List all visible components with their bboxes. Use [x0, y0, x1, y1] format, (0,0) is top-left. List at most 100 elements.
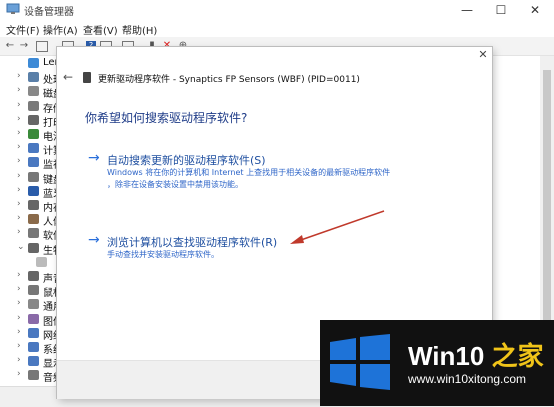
expand-chevron-icon[interactable]: ›: [17, 100, 21, 110]
expand-chevron-icon[interactable]: ›: [17, 128, 21, 138]
expand-chevron-icon[interactable]: ›: [17, 313, 21, 323]
option-browse-desc: 手动查找并安装驱动程序软件。: [107, 250, 219, 259]
expand-chevron-icon[interactable]: ›: [17, 156, 21, 166]
expand-chevron-icon[interactable]: ›: [17, 284, 21, 294]
tree-item[interactable]: Ler: [0, 56, 60, 71]
option-arrow-icon: →: [88, 232, 100, 248]
tree-item[interactable]: ›监视: [0, 155, 60, 171]
expand-chevron-icon[interactable]: ›: [17, 227, 21, 237]
device-category-icon: [28, 299, 39, 310]
option-auto-search[interactable]: →: [88, 150, 100, 166]
tree-item[interactable]: ›显示: [0, 354, 60, 370]
menu-file[interactable]: 文件(F): [6, 22, 40, 37]
device-category-icon: [28, 242, 39, 253]
option-auto-search-desc-line1: Windows 将在你的计算机和 Internet 上查找用于相关设备的最新驱动…: [107, 168, 391, 177]
tree-item[interactable]: ›处理: [0, 70, 60, 86]
watermark-url: www.win10xitong.com: [408, 372, 527, 386]
device-category-icon: [28, 342, 39, 352]
device-category-icon: [28, 228, 39, 239]
properties-icon[interactable]: [36, 41, 48, 52]
tree-item[interactable]: ›音频: [0, 368, 60, 384]
device-category-icon: [28, 72, 39, 83]
tree-item[interactable]: ›磁盘: [0, 84, 60, 100]
expand-chevron-icon[interactable]: ›: [17, 298, 21, 308]
tree-item[interactable]: ›存储: [0, 99, 60, 115]
tree-item[interactable]: ›键盘: [0, 170, 60, 186]
minimize-button[interactable]: —: [452, 0, 482, 20]
watermark-brand-main: Win10: [408, 341, 485, 371]
option-arrow-icon: →: [88, 150, 100, 166]
expand-chevron-icon[interactable]: ⌄: [17, 242, 25, 252]
expand-chevron-icon[interactable]: ›: [17, 114, 21, 124]
expand-chevron-icon[interactable]: ›: [17, 142, 21, 152]
tree-item[interactable]: ›声音: [0, 269, 60, 285]
tree-item[interactable]: ⌄生物: [0, 241, 60, 257]
forward-icon[interactable]: →: [18, 40, 30, 52]
device-category-icon: [28, 114, 39, 125]
menu-action[interactable]: 操作(A): [43, 22, 78, 37]
watermark-brand-accent: 之家: [484, 341, 544, 371]
expand-chevron-icon[interactable]: ›: [17, 355, 21, 365]
device-category-icon: [28, 157, 39, 168]
option-auto-search-desc-line2: ，除非在设备安装设置中禁用该功能。: [107, 180, 243, 189]
device-category-icon: [28, 171, 39, 182]
tree-item[interactable]: ›人体: [0, 212, 60, 228]
tree-item[interactable]: ›计算: [0, 141, 60, 157]
expand-chevron-icon[interactable]: ›: [17, 199, 21, 209]
expand-chevron-icon[interactable]: ›: [17, 341, 21, 351]
device-category-icon: [28, 100, 39, 111]
watermark-brand: Win10 之家: [408, 336, 544, 373]
tree-item[interactable]: ›图像: [0, 312, 60, 328]
device-icon: [83, 72, 91, 83]
dialog-close-icon[interactable]: ✕: [476, 48, 490, 62]
device-category-icon: [28, 285, 39, 296]
menu-bar: 文件(F) 操作(A) 查看(V) 帮助(H): [0, 20, 554, 37]
close-button[interactable]: ✕: [520, 0, 550, 20]
menu-help[interactable]: 帮助(H): [122, 22, 157, 37]
device-category-icon: [28, 200, 39, 210]
tree-item[interactable]: ›网络: [0, 326, 60, 342]
device-category-icon: [28, 86, 39, 97]
device-category-icon: [36, 256, 47, 267]
device-manager-icon: [6, 3, 20, 14]
tree-item[interactable]: ›鼠标: [0, 283, 60, 299]
device-category-icon: [28, 143, 39, 154]
device-category-icon: [28, 370, 39, 381]
tree-item[interactable]: ›内存: [0, 198, 60, 214]
tree-item[interactable]: ›打印: [0, 113, 60, 129]
tree-item[interactable]: ›软件: [0, 226, 60, 242]
tree-item[interactable]: ›通用: [0, 297, 60, 313]
expand-chevron-icon[interactable]: ›: [17, 327, 21, 337]
option-browse[interactable]: →: [88, 232, 100, 248]
expand-chevron-icon[interactable]: ›: [17, 270, 21, 280]
back-arrow-icon[interactable]: ←: [63, 70, 73, 84]
expand-chevron-icon[interactable]: ›: [17, 369, 21, 379]
dialog-question: 你希望如何搜索驱动程序软件?: [85, 111, 248, 125]
expand-chevron-icon[interactable]: ›: [17, 85, 21, 95]
device-category-icon: [28, 185, 39, 196]
option-browse-title[interactable]: 浏览计算机以查找驱动程序软件(R): [107, 234, 277, 250]
menu-view[interactable]: 查看(V): [83, 22, 118, 37]
scrollbar-thumb[interactable]: [543, 70, 551, 320]
dialog-title: 更新驱动程序软件 - Synaptics FP Sensors (WBF) (P…: [98, 75, 360, 85]
expand-chevron-icon[interactable]: ›: [17, 185, 21, 195]
option-auto-search-title[interactable]: 自动搜索更新的驱动程序软件(S): [107, 152, 266, 168]
device-category-icon: [28, 271, 39, 281]
tree-item[interactable]: ›电池: [0, 127, 60, 143]
expand-chevron-icon[interactable]: ›: [17, 213, 21, 223]
device-category-icon: [28, 356, 39, 367]
device-category-icon: [28, 327, 39, 338]
title-bar: 设备管理器 — ☐ ✕: [0, 0, 554, 20]
tree-item[interactable]: [0, 255, 60, 270]
device-category-icon: [28, 313, 39, 324]
back-icon[interactable]: ←: [4, 40, 16, 52]
expand-chevron-icon[interactable]: ›: [17, 171, 21, 181]
maximize-button[interactable]: ☐: [486, 0, 516, 20]
windows-logo-icon: [330, 334, 390, 390]
window-title: 设备管理器: [24, 7, 74, 18]
tree-item[interactable]: ›蓝牙: [0, 184, 60, 200]
device-category-icon: [28, 129, 39, 139]
device-category-icon: [28, 58, 39, 68]
expand-chevron-icon[interactable]: ›: [17, 71, 21, 81]
tree-item[interactable]: ›系统: [0, 340, 60, 356]
